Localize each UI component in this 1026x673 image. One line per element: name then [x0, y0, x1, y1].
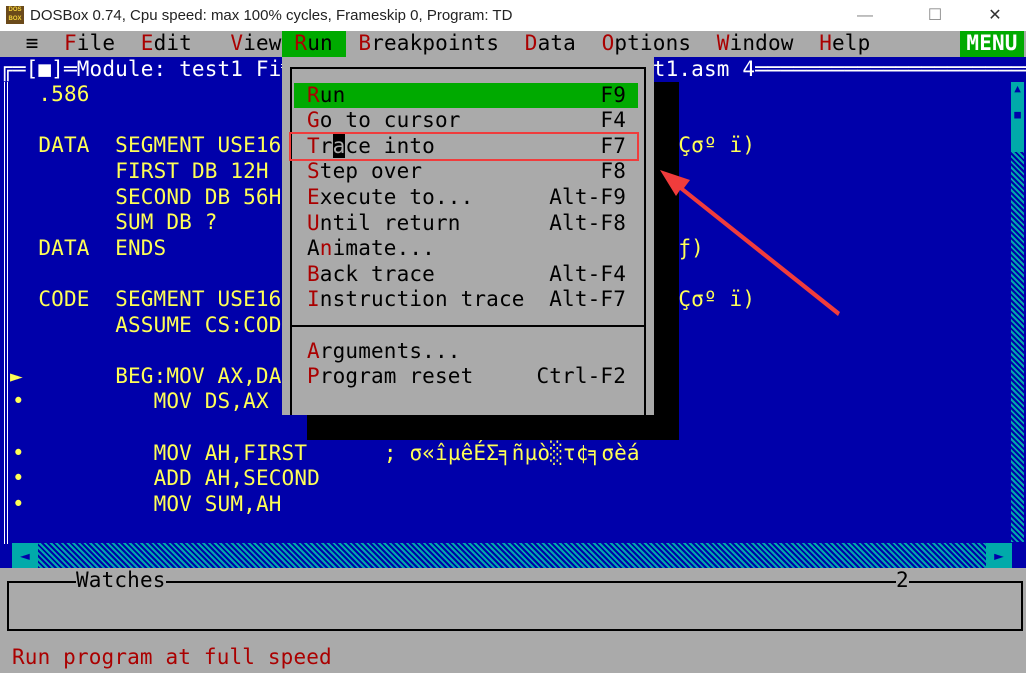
- annotation-arrow-icon: [660, 170, 840, 316]
